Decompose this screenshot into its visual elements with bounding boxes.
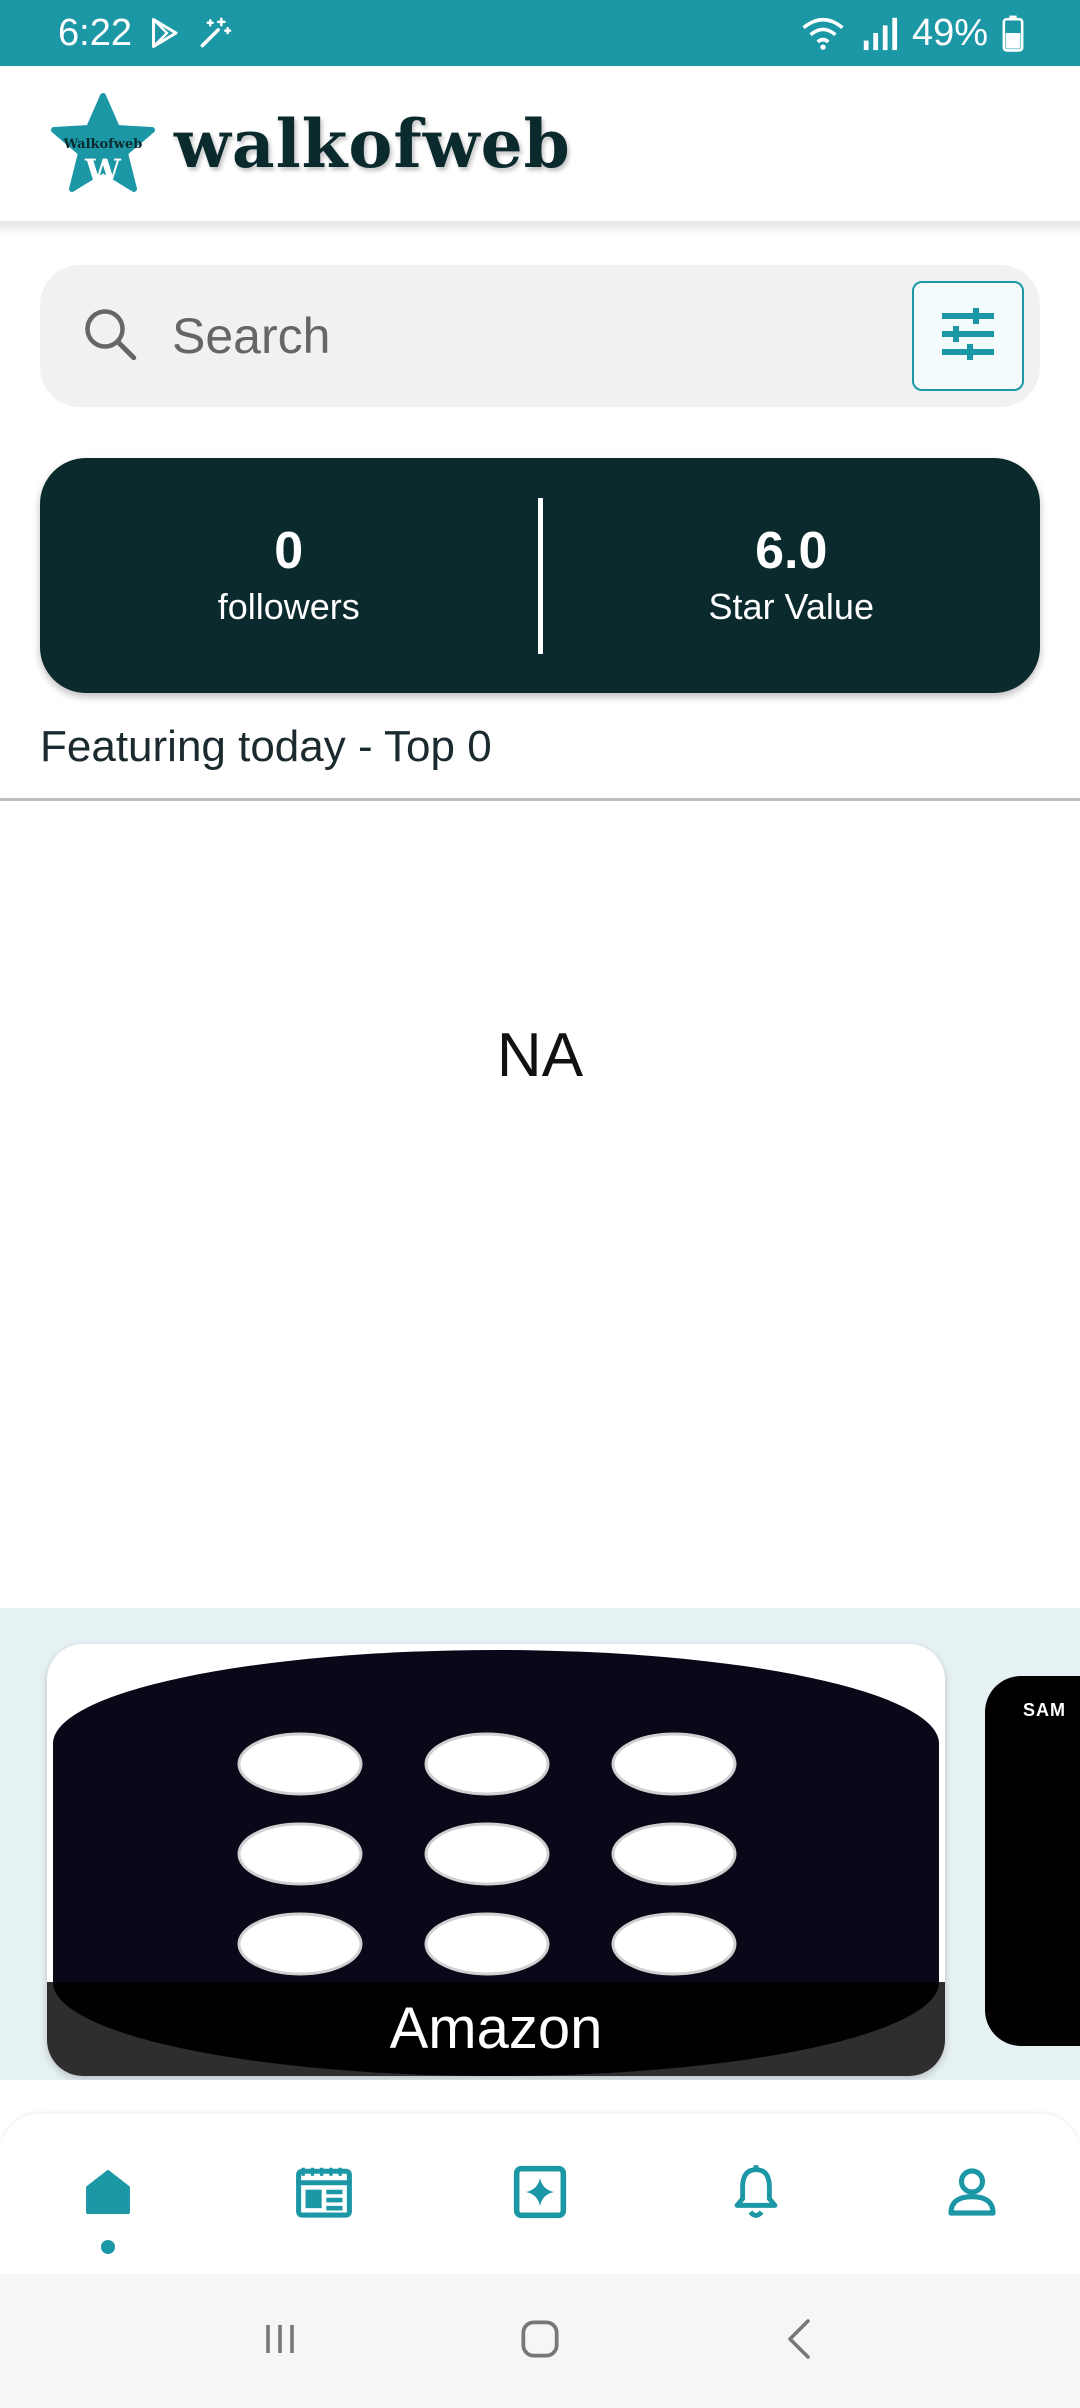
app-logo[interactable]: Walkofweb W walkofweb [48, 92, 571, 196]
nav-home[interactable] [48, 2124, 168, 2264]
system-navigation-bar [0, 2274, 1080, 2408]
status-bar: 6:22 49% [0, 0, 1080, 66]
signal-icon [860, 14, 898, 52]
search-icon [80, 304, 140, 369]
logo-letter: W [84, 152, 122, 190]
app-name: walkofweb [174, 104, 571, 183]
bell-icon [729, 2163, 783, 2226]
card-caption: Amazon [47, 1982, 945, 2076]
home-button[interactable] [515, 2314, 565, 2369]
filter-sliders-icon [938, 306, 998, 367]
nav-sparkle[interactable] [480, 2124, 600, 2264]
followers-label: followers [217, 586, 360, 628]
carousel[interactable]: Amazon SAM [0, 1608, 1080, 2080]
filter-button[interactable] [912, 281, 1024, 391]
peek-card-label: SAM [1023, 1700, 1066, 1720]
recent-apps-button[interactable] [256, 2315, 304, 2368]
search-bar[interactable] [40, 265, 1040, 407]
nav-notifications[interactable] [696, 2124, 816, 2264]
header-shadow [0, 222, 1080, 236]
bottom-navigation [0, 2114, 1080, 2274]
back-button[interactable] [776, 2315, 824, 2368]
empty-state-text: NA [496, 1021, 584, 1090]
followers-stat[interactable]: 0 followers [40, 521, 538, 628]
featuring-title: Featuring today - Top 0 [40, 722, 492, 771]
wifi-icon [800, 14, 846, 52]
search-input[interactable] [172, 307, 852, 365]
carousel-card-next[interactable]: SAM [985, 1676, 1080, 2046]
logo-badge-text: Walkofweb [63, 137, 143, 152]
battery-percent: 49% [911, 11, 988, 54]
feed-icon [294, 2164, 354, 2225]
followers-value: 0 [274, 521, 304, 580]
nav-profile[interactable] [912, 2124, 1032, 2264]
carousel-card-amazon[interactable]: Amazon [47, 1644, 945, 2076]
star-value-stat[interactable]: 6.0 Star Value [543, 521, 1041, 628]
featuring-divider [0, 798, 1080, 801]
battery-icon [1002, 14, 1024, 52]
stats-card: 0 followers 6.0 Star Value [40, 458, 1040, 693]
active-indicator [101, 2240, 115, 2254]
status-time: 6:22 [58, 11, 132, 54]
nav-feed[interactable] [264, 2124, 384, 2264]
star-value: 6.0 [755, 521, 828, 580]
sparkle-icon [512, 2164, 568, 2225]
play-store-icon [146, 15, 182, 51]
star-logo-icon: Walkofweb W [51, 92, 155, 192]
profile-icon [944, 2164, 1000, 2225]
app-header: Walkofweb W walkofweb [0, 66, 1080, 222]
home-icon [81, 2164, 135, 2225]
magic-wand-icon [196, 14, 234, 52]
star-value-label: Star Value [708, 586, 874, 628]
